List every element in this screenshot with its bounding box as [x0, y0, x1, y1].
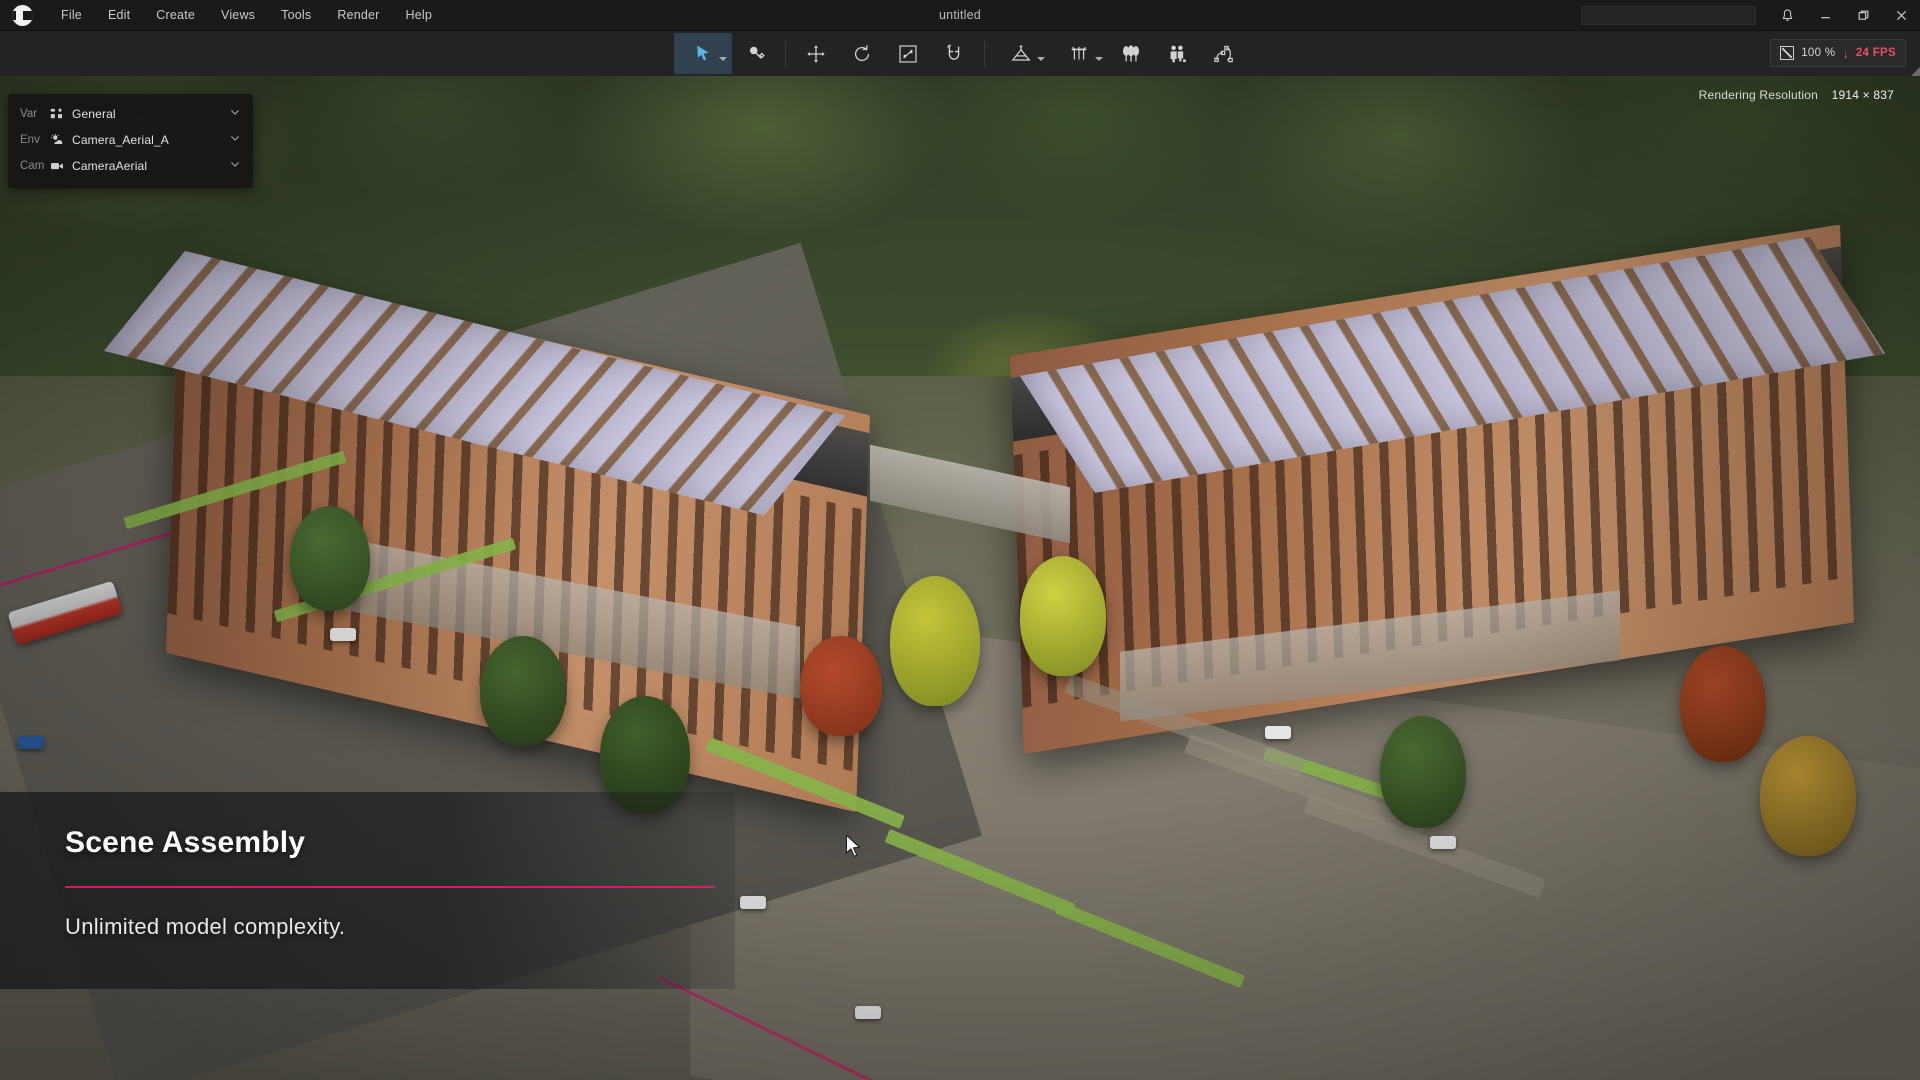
scene-variant-label: Var [20, 108, 50, 120]
app-logo[interactable] [0, 0, 44, 31]
menu-item-file[interactable]: File [48, 2, 95, 28]
scene-tree [1760, 736, 1856, 856]
maximize-icon [1857, 9, 1870, 22]
menu-item-views[interactable]: Views [208, 2, 268, 28]
overlay-subtitle: Unlimited model complexity. [65, 914, 735, 940]
menu-item-help[interactable]: Help [393, 2, 446, 28]
menu-bar: File Edit Create Views Tools Render Help [48, 2, 445, 28]
render-viewport[interactable]: Rendering Resolution 1914 × 837 Var Gene… [0, 76, 1920, 1080]
scene-tree [1380, 716, 1466, 828]
move-arrows-icon [805, 43, 827, 65]
path-spline-tool-button[interactable] [1200, 33, 1246, 74]
scene-car [330, 628, 356, 641]
chevron-down-icon[interactable] [229, 131, 241, 149]
scene-camera-value: CameraAerial [72, 159, 229, 173]
bell-icon [1780, 8, 1795, 23]
fps-label: 24 FPS [1856, 47, 1896, 59]
rotate-arrow-icon [851, 43, 873, 65]
scene-car [740, 896, 766, 909]
scene-environment-value: Camera_Aerial_A [72, 133, 229, 147]
scene-tree [1020, 556, 1106, 676]
global-search-field[interactable] [1581, 6, 1756, 25]
cursor-arrow-icon [693, 43, 714, 64]
scene-environment-row[interactable]: Env Camera_Aerial_A [8, 127, 253, 153]
window-controls [1581, 0, 1920, 31]
scale-tool-button[interactable] [885, 33, 931, 74]
toolbar-group-transform [793, 33, 977, 74]
fit-to-screen-icon [1780, 46, 1794, 60]
material-picker-tool-button[interactable] [732, 33, 778, 74]
rotate-tool-button[interactable] [839, 33, 885, 74]
people-icon [1166, 43, 1188, 65]
app-logo-icon [12, 5, 33, 26]
people-tool-button[interactable] [1154, 33, 1200, 74]
video-camera-icon [50, 159, 72, 173]
main-toolbar: 100 % ↓ 24 FPS [0, 31, 1920, 76]
grass-tool-dropdown-caret[interactable] [1095, 57, 1103, 61]
scene-car [1430, 836, 1456, 849]
toolbar-divider-1 [785, 41, 786, 67]
move-tool-button[interactable] [793, 33, 839, 74]
down-arrow-icon: ↓ [1842, 48, 1849, 59]
chevron-down-icon[interactable] [229, 105, 241, 123]
scene-tree [890, 576, 980, 706]
scene-car [18, 736, 44, 749]
terrain-tool-dropdown-caret[interactable] [1037, 57, 1045, 61]
scene-tree [480, 636, 566, 746]
scene-car [855, 1006, 881, 1019]
rendering-resolution-value: 1914 × 837 [1832, 88, 1894, 102]
maximize-button[interactable] [1844, 0, 1882, 31]
toolbar-group-selection [674, 33, 778, 74]
environment-sun-icon [50, 133, 72, 147]
grass-tool-button[interactable] [1050, 33, 1108, 74]
terrain-mountain-icon [1010, 43, 1032, 65]
menu-item-create[interactable]: Create [143, 2, 208, 28]
material-eyedropper-icon [745, 43, 766, 64]
toolbar-group-assets [992, 33, 1246, 74]
title-bar: File Edit Create Views Tools Render Help… [0, 0, 1920, 31]
minimize-button[interactable] [1806, 0, 1844, 31]
snap-magnet-tool-button[interactable] [931, 33, 977, 74]
close-button[interactable] [1882, 0, 1920, 31]
global-search-input[interactable] [1582, 8, 1755, 25]
window-resize-grip[interactable] [1911, 67, 1920, 76]
minimize-icon [1819, 9, 1832, 22]
scale-diagonal-icon [897, 43, 919, 65]
menu-item-render[interactable]: Render [324, 2, 392, 28]
grass-icon [1068, 43, 1090, 65]
vegetation-tool-button[interactable] [1108, 33, 1154, 74]
scene-camera-row[interactable]: Cam CameraAerial [8, 153, 253, 179]
menu-item-edit[interactable]: Edit [95, 2, 143, 28]
select-tool-button[interactable] [674, 33, 732, 74]
notifications-button[interactable] [1768, 0, 1806, 31]
scene-overlay-card: Scene Assembly Unlimited model complexit… [0, 792, 735, 989]
scene-car [1265, 726, 1291, 739]
chevron-down-icon[interactable] [229, 157, 241, 175]
close-icon [1895, 9, 1908, 22]
scene-tree [1680, 646, 1766, 762]
trees-icon [1120, 43, 1142, 65]
magnet-icon [943, 43, 965, 65]
scene-variant-row[interactable]: Var General [8, 101, 253, 127]
scene-tree [290, 506, 370, 611]
menu-item-tools[interactable]: Tools [268, 2, 324, 28]
overlay-title: Scene Assembly [65, 826, 735, 860]
terrain-tool-button[interactable] [992, 33, 1050, 74]
scene-variant-value: General [72, 107, 229, 121]
select-tool-dropdown-caret[interactable] [719, 57, 727, 61]
scene-tree [800, 636, 882, 736]
rendering-resolution-readout: Rendering Resolution 1914 × 837 [1699, 88, 1894, 102]
render-status-indicator[interactable]: 100 % ↓ 24 FPS [1770, 39, 1906, 67]
application-window: File Edit Create Views Tools Render Help… [0, 0, 1920, 1080]
zoom-level-label: 100 % [1801, 47, 1835, 59]
scene-camera-label: Cam [20, 160, 50, 172]
scene-environment-label: Env [20, 134, 50, 146]
overlay-divider [65, 886, 715, 888]
rendering-resolution-label: Rendering Resolution [1699, 88, 1818, 102]
toolbar-divider-2 [984, 41, 985, 67]
scene-settings-panel: Var General Env [8, 94, 253, 188]
variants-grid-icon [50, 108, 72, 121]
spline-path-icon [1212, 43, 1234, 65]
